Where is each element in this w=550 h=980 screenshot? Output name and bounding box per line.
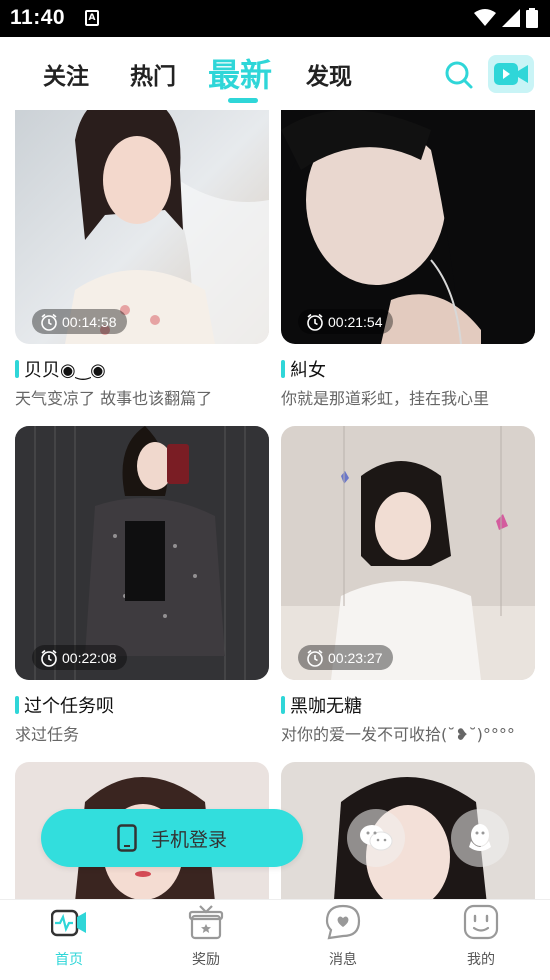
tab-discover[interactable]: 发现 — [306, 57, 352, 91]
duration-badge: 00:23:27 — [298, 645, 393, 670]
nav-home[interactable]: 首页 — [29, 900, 109, 980]
nav-messages-label: 消息 — [329, 952, 357, 968]
video-thumbnail[interactable]: 00:21:54 — [281, 110, 535, 344]
card-description: 天气变凉了 故事也该翻篇了 — [15, 389, 213, 408]
message-icon — [325, 904, 361, 940]
tab-hot[interactable]: 热门 — [130, 57, 176, 91]
title-accent-bar — [281, 360, 285, 378]
top-navigation: 关注 热门 最新 发现 — [0, 37, 550, 110]
card-title-row: 黑咖无糖 — [281, 692, 362, 718]
clock-icon — [307, 313, 323, 331]
wifi-icon — [474, 9, 496, 26]
battery-icon — [526, 8, 538, 28]
video-thumbnail[interactable]: 00:23:27 — [281, 426, 535, 680]
status-bar: 11:40 A — [0, 0, 550, 37]
bottom-navigation: 首页 奖励 消息 我的 — [0, 899, 550, 979]
title-accent-bar — [15, 696, 19, 714]
duration-text: 00:14:58 — [62, 313, 117, 330]
phone-login-button[interactable]: 手机登录 — [41, 809, 303, 867]
nav-rewards-label: 奖励 — [192, 952, 220, 968]
nav-profile[interactable]: 我的 — [441, 900, 521, 980]
active-tab-indicator — [228, 98, 258, 103]
app-notification-icon: A — [85, 10, 99, 26]
search-icon — [445, 61, 473, 89]
card-description: 对你的爱一发不可收拾(˘❥˘)°°°° — [281, 725, 515, 744]
card-title-row: 糾女 — [281, 356, 326, 382]
status-time: 11:40 — [10, 6, 66, 29]
nav-rewards[interactable]: 奖励 — [166, 900, 246, 980]
card-title-row: 贝贝◉‿◉ — [15, 356, 106, 382]
video-button[interactable] — [488, 55, 534, 93]
clock-icon — [41, 313, 57, 331]
card-username: 糾女 — [290, 360, 326, 381]
profile-icon — [463, 904, 499, 940]
tab-latest[interactable]: 最新 — [208, 50, 272, 96]
search-button[interactable] — [443, 59, 475, 91]
card-description: 你就是那道彩虹，挂在我心里 — [281, 389, 490, 408]
duration-text: 00:21:54 — [328, 313, 383, 330]
title-accent-bar — [15, 360, 19, 378]
card-username: 过个任务呗 — [24, 696, 114, 717]
nav-home-label: 首页 — [55, 952, 83, 968]
duration-text: 00:23:27 — [328, 649, 383, 666]
video-camera-icon — [494, 63, 528, 85]
home-video-icon — [51, 909, 86, 937]
qq-login-button[interactable] — [451, 809, 509, 867]
gift-icon — [188, 905, 224, 940]
video-feed: 00:14:58 贝贝◉‿◉ 天气变凉了 故事也该翻篇了 00:21:54 糾女… — [0, 110, 550, 899]
duration-text: 00:22:08 — [62, 649, 117, 666]
signal-icon — [502, 9, 520, 27]
wechat-icon — [360, 825, 393, 851]
duration-badge: 00:21:54 — [298, 309, 393, 334]
nav-profile-label: 我的 — [467, 952, 495, 968]
card-description: 求过任务 — [15, 725, 80, 744]
phone-icon — [117, 824, 137, 852]
tab-follow[interactable]: 关注 — [43, 57, 89, 91]
clock-icon — [41, 649, 57, 667]
video-thumbnail[interactable]: 00:22:08 — [15, 426, 269, 680]
card-username: 黑咖无糖 — [290, 696, 362, 717]
duration-badge: 00:22:08 — [32, 645, 127, 670]
duration-badge: 00:14:58 — [32, 309, 127, 334]
qq-icon — [469, 824, 491, 851]
card-title-row: 过个任务呗 — [15, 692, 114, 718]
card-username: 贝贝◉‿◉ — [24, 360, 106, 381]
video-thumbnail[interactable]: 00:14:58 — [15, 110, 269, 344]
title-accent-bar — [281, 696, 285, 714]
clock-icon — [307, 649, 323, 667]
phone-login-label: 手机登录 — [150, 828, 227, 851]
wechat-login-button[interactable] — [347, 809, 405, 867]
nav-messages[interactable]: 消息 — [303, 900, 383, 980]
